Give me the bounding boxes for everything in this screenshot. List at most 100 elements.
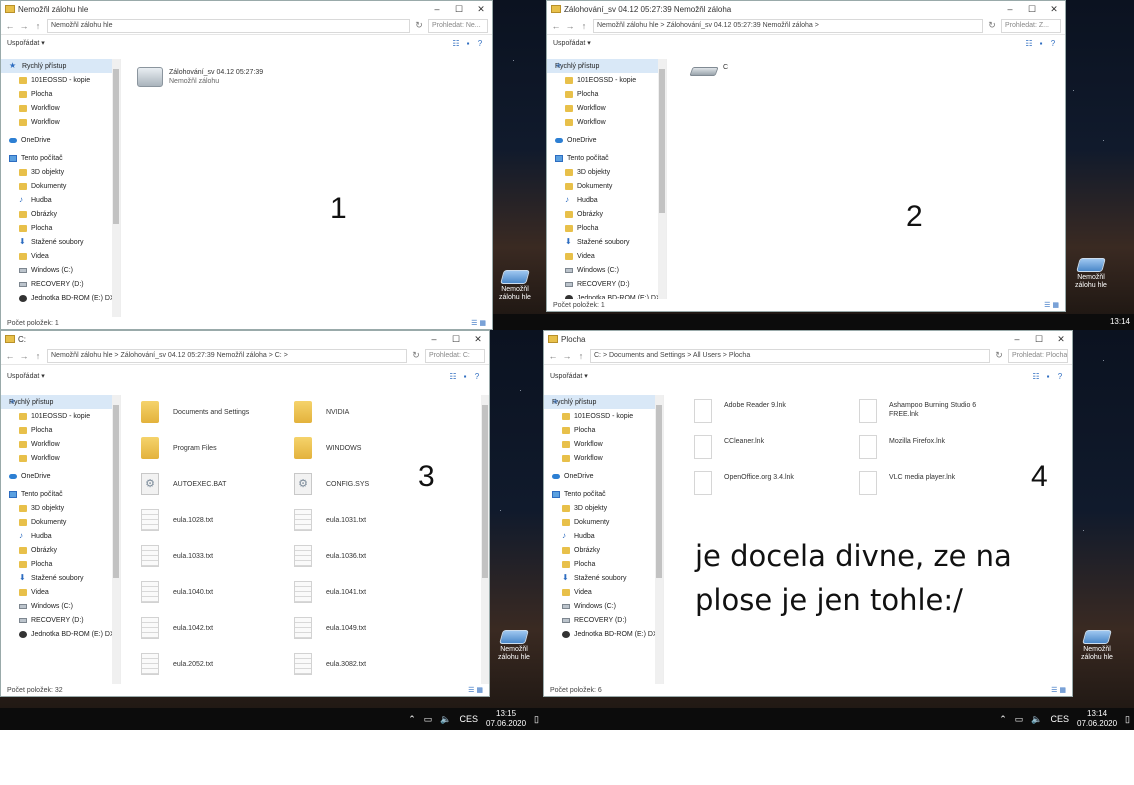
forward-icon[interactable]: →: [19, 21, 29, 31]
view-icon[interactable]: ☷: [1030, 372, 1042, 381]
sidebar-item[interactable]: 3D objekty: [1, 165, 120, 179]
sidebar-item[interactable]: Tento počítač: [544, 487, 663, 501]
sidebar-item[interactable]: Jednotka BD-ROM (E:) DX: [544, 627, 663, 641]
language-indicator[interactable]: CES: [1050, 714, 1069, 724]
volume-icon[interactable]: 🔈: [440, 714, 451, 725]
network-icon[interactable]: ▭: [1015, 714, 1024, 725]
sidebar-scrollbar[interactable]: [658, 59, 666, 299]
file-item[interactable]: eula.1036.txt: [294, 545, 366, 567]
file-item[interactable]: Program Files: [141, 437, 217, 459]
sidebar-item[interactable]: Workflow: [547, 101, 666, 115]
vertical-scrollbar[interactable]: [481, 395, 489, 684]
pane-icon[interactable]: ▪: [459, 372, 471, 381]
notifications-icon[interactable]: ▯: [534, 714, 539, 725]
up-icon[interactable]: ↑: [579, 21, 589, 31]
file-item[interactable]: eula.1031.txt: [294, 509, 366, 531]
sidebar-item[interactable]: 101EOSSD - kopie: [1, 409, 120, 423]
address-path[interactable]: Nemožňl zálohu hle > Zálohování_sv 04.12…: [47, 348, 407, 363]
organize-button[interactable]: Uspořádat ▾: [550, 372, 588, 380]
refresh-icon[interactable]: ↻: [987, 20, 997, 31]
sidebar-item[interactable]: Videa: [1, 249, 120, 263]
clock[interactable]: 13:14: [1110, 317, 1130, 327]
file-item[interactable]: eula.1041.txt: [294, 581, 366, 603]
tray-chevron-icon[interactable]: ⌃: [408, 714, 416, 725]
sidebar-item[interactable]: 3D objekty: [1, 501, 120, 515]
sidebar-item[interactable]: 3D objekty: [544, 501, 663, 515]
sidebar-item[interactable]: ★ Rychlý přístup: [1, 59, 120, 73]
close-button[interactable]: ✕: [1050, 334, 1072, 345]
scrollbar-thumb[interactable]: [482, 405, 488, 579]
up-icon[interactable]: ↑: [33, 21, 43, 31]
help-icon[interactable]: ?: [1054, 372, 1066, 381]
organize-button[interactable]: Uspořádat ▾: [7, 372, 45, 380]
sidebar-item[interactable]: RECOVERY (D:): [1, 613, 120, 627]
sidebar-item[interactable]: Dokumenty: [544, 515, 663, 529]
sidebar-item[interactable]: Dokumenty: [1, 515, 120, 529]
sidebar-item[interactable]: OneDrive: [1, 133, 120, 147]
sidebar-item[interactable]: ⬇ Stažené soubory: [544, 571, 663, 585]
tray-chevron-icon[interactable]: ⌃: [999, 714, 1007, 725]
details-view-icon[interactable]: ☰ ▦: [471, 319, 486, 327]
forward-icon[interactable]: →: [562, 351, 572, 361]
sidebar-item[interactable]: ♪ Hudba: [544, 529, 663, 543]
back-icon[interactable]: ←: [551, 21, 561, 31]
file-item[interactable]: ⚙ CONFIG.SYS: [294, 473, 369, 495]
sidebar-item[interactable]: Jednotka BD-ROM (E:) DX: [1, 291, 120, 305]
sidebar-item[interactable]: Videa: [547, 249, 666, 263]
sidebar-item[interactable]: 101EOSSD - kopie: [1, 73, 120, 87]
drive-c-item[interactable]: C: [689, 64, 728, 76]
sidebar-item[interactable]: 3D objekty: [547, 165, 666, 179]
sidebar-item[interactable]: ★ Rychlý přístup: [1, 395, 120, 409]
file-item[interactable]: NVIDIA: [294, 401, 349, 423]
language-indicator[interactable]: CES: [459, 714, 478, 724]
sidebar-item[interactable]: Plocha: [1, 87, 120, 101]
sidebar-item[interactable]: Jednotka BD-ROM (E:) DX: [1, 627, 120, 641]
sidebar-scrollbar[interactable]: [112, 395, 120, 684]
sidebar-scrollbar[interactable]: [112, 59, 120, 317]
sidebar-item[interactable]: Workflow: [544, 451, 663, 465]
sidebar-item[interactable]: Plocha: [1, 557, 120, 571]
desktop-backup-shortcut[interactable]: Nemožňl zálohu hle: [493, 270, 537, 302]
shortcut-item[interactable]: Mozilla Firefox.lnk: [859, 435, 999, 459]
organize-button[interactable]: Uspořádat ▾: [553, 39, 591, 47]
scrollbar-thumb[interactable]: [113, 405, 119, 579]
details-view-icon[interactable]: ☰ ▦: [1051, 686, 1066, 694]
sidebar-item[interactable]: OneDrive: [547, 133, 666, 147]
sidebar-item[interactable]: OneDrive: [544, 469, 663, 483]
refresh-icon[interactable]: ↻: [411, 350, 421, 361]
scrollbar-thumb[interactable]: [113, 69, 119, 224]
network-icon[interactable]: ▭: [424, 714, 433, 725]
shortcut-item[interactable]: Ashampoo Burning Studio 6 FREE.lnk: [859, 399, 999, 423]
sidebar-item[interactable]: ⬇ Stažené soubory: [1, 235, 120, 249]
sidebar-item[interactable]: RECOVERY (D:): [547, 277, 666, 291]
pane-icon[interactable]: ▪: [462, 39, 474, 48]
desktop-backup-shortcut-right[interactable]: Nemožňl zálohu hle: [1069, 258, 1113, 290]
refresh-icon[interactable]: ↻: [994, 350, 1004, 361]
shortcut-item[interactable]: OpenOffice.org 3.4.lnk: [694, 471, 834, 495]
refresh-icon[interactable]: ↻: [414, 20, 424, 31]
address-path[interactable]: C: > Documents and Settings > All Users …: [590, 348, 990, 363]
view-icon[interactable]: ☷: [447, 372, 459, 381]
sidebar-item[interactable]: Jednotka BD-ROM (E:) DX: [547, 291, 666, 299]
maximize-button[interactable]: ☐: [448, 4, 470, 15]
sidebar-item[interactable]: Tento počítač: [1, 151, 120, 165]
sidebar-item[interactable]: Workflow: [1, 101, 120, 115]
sidebar-item[interactable]: ⬇ Stažené soubory: [1, 571, 120, 585]
search-input[interactable]: Prohledat: Plocha: [1008, 348, 1068, 363]
file-item[interactable]: eula.1042.txt: [141, 617, 213, 639]
sidebar-item[interactable]: ♪ Hudba: [1, 529, 120, 543]
notifications-icon[interactable]: ▯: [1125, 714, 1130, 725]
pane-icon[interactable]: ▪: [1042, 372, 1054, 381]
help-icon[interactable]: ?: [471, 372, 483, 381]
details-view-icon[interactable]: ☰ ▦: [1044, 301, 1059, 309]
view-icon[interactable]: ☷: [450, 39, 462, 48]
sidebar-item[interactable]: ★ Rychlý přístup: [547, 59, 666, 73]
file-item[interactable]: eula.1028.txt: [141, 509, 213, 531]
sidebar-item[interactable]: 101EOSSD - kopie: [547, 73, 666, 87]
address-path[interactable]: Nemožňl zálohu hle: [47, 18, 410, 33]
backup-item[interactable]: Zálohování_sv 04.12 05:27:39 Nemožňl zál…: [137, 67, 263, 87]
shortcut-item[interactable]: CCleaner.lnk: [694, 435, 834, 459]
address-path[interactable]: Nemožňl zálohu hle > Zálohování_sv 04.12…: [593, 18, 983, 33]
sidebar-item[interactable]: RECOVERY (D:): [544, 613, 663, 627]
maximize-button[interactable]: ☐: [1021, 4, 1043, 15]
